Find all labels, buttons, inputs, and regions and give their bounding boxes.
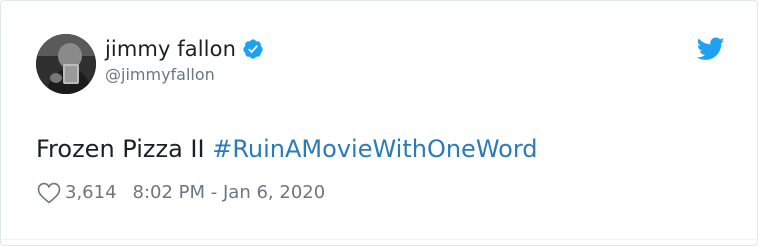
card-divider bbox=[1, 239, 757, 240]
tweet-meta-row: 3,614 8:02 PM - Jan 6, 2020 bbox=[37, 181, 325, 205]
avatar-photo bbox=[36, 34, 96, 94]
author-display-name[interactable]: jimmy fallon bbox=[105, 35, 236, 63]
tweet-card[interactable]: jimmy fallon @jimmyfallon Frozen Pizza I… bbox=[0, 0, 758, 246]
tweet-body-text: Frozen Pizza II bbox=[36, 135, 213, 163]
author-name-row[interactable]: jimmy fallon bbox=[105, 35, 264, 63]
verified-badge-icon bbox=[243, 39, 263, 59]
heart-icon[interactable] bbox=[37, 182, 61, 204]
avatar[interactable] bbox=[36, 34, 96, 94]
like-count[interactable]: 3,614 bbox=[65, 181, 117, 205]
author-handle[interactable]: @jimmyfallon bbox=[105, 65, 215, 85]
tweet-text: Frozen Pizza II #RuinAMovieWithOneWord bbox=[36, 132, 538, 166]
tweet-timestamp[interactable]: 8:02 PM - Jan 6, 2020 bbox=[133, 181, 326, 205]
twitter-bird-icon[interactable] bbox=[697, 37, 725, 61]
hashtag-link[interactable]: #RuinAMovieWithOneWord bbox=[212, 135, 537, 163]
